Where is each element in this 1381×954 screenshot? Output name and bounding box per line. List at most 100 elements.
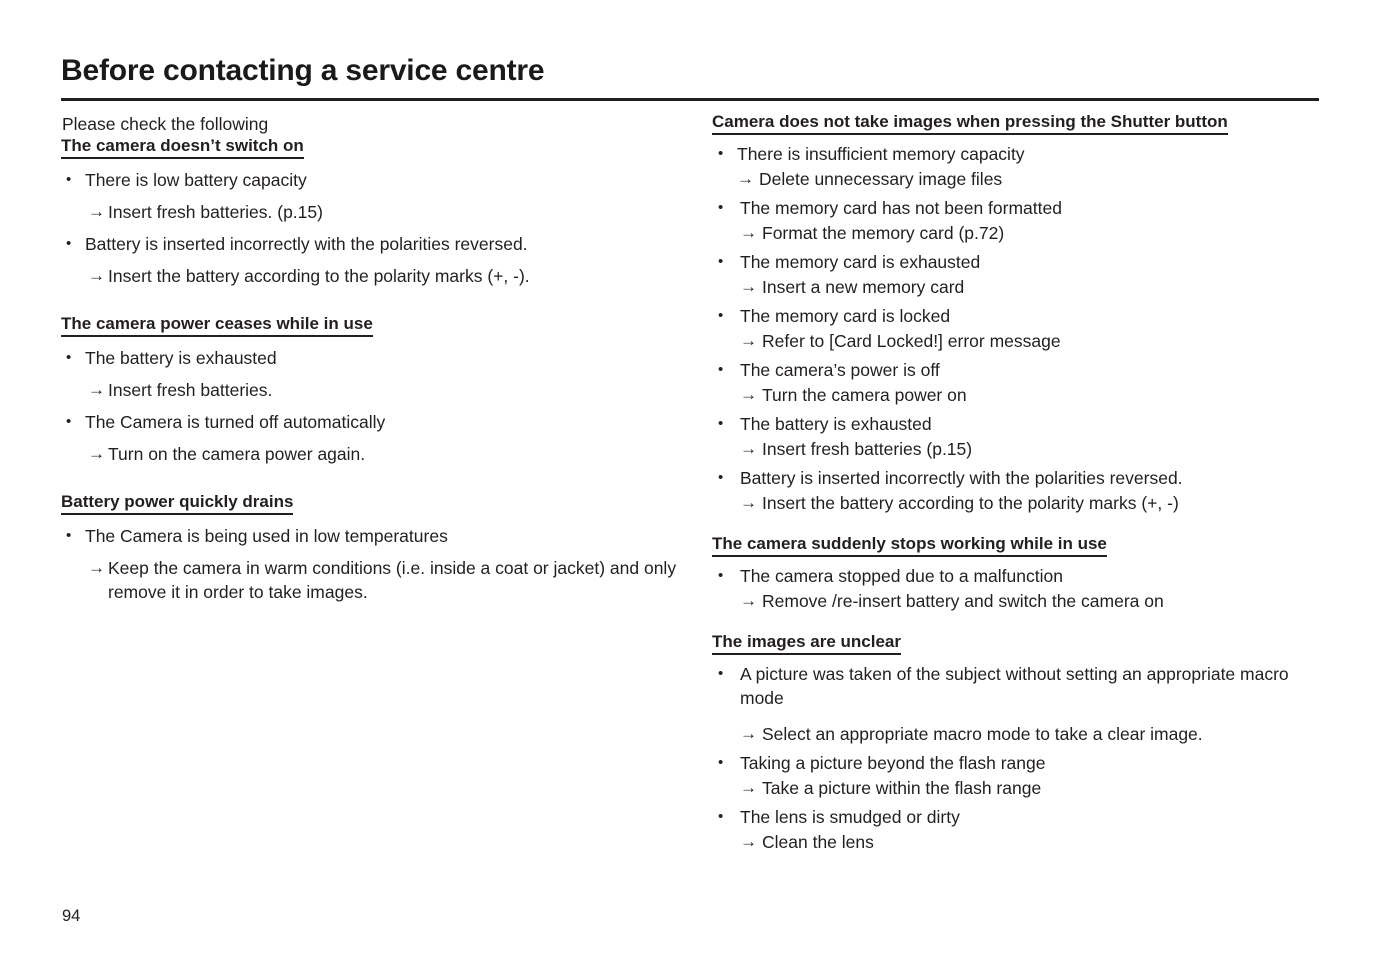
bullet-text: The memory card has not been formatted — [740, 198, 1062, 218]
right-arrow-icon: → — [740, 439, 757, 458]
solution-line: → Insert fresh batteries (p.15) — [712, 437, 1332, 461]
list-item: • The lens is smudged or dirty → Clean the … — [712, 805, 1332, 854]
bullet-dot-icon: • — [66, 527, 72, 544]
solution-line: → Turn the camera power on — [712, 383, 1332, 407]
right-arrow-icon: → — [740, 778, 757, 797]
list-item: • The battery is exhausted → Insert fresh b… — [712, 412, 1332, 461]
list-item: • The Camera is being used in low tempera… — [61, 524, 681, 604]
bullet-list: • The battery is exhausted → Insert fresh b… — [61, 346, 681, 466]
list-item: • The memory card is exhausted → Insert a n… — [712, 250, 1332, 299]
section-heading: The images are unclear — [712, 632, 901, 655]
bullet-line: • The memory card has not been formatted — [712, 196, 1332, 220]
solution-line: → Take a picture within the flash range — [712, 776, 1332, 800]
page-title: Before contacting a service centre — [61, 54, 545, 87]
solution-text: Take a picture within the flash range — [762, 778, 1042, 798]
bullet-list: • There is low battery capacity → Insert fr… — [61, 168, 681, 288]
bullet-dot-icon: • — [66, 235, 72, 252]
bullet-dot-icon: • — [718, 145, 724, 162]
section-heading: The camera suddenly stops working while … — [712, 534, 1107, 557]
bullet-text: The camera’s power is off — [740, 360, 940, 380]
solution-line: → Insert fresh batteries. (p.15) — [61, 200, 681, 224]
bullet-line: • The memory card is locked — [712, 304, 1332, 328]
solution-text: Insert fresh batteries. — [108, 380, 273, 400]
list-item: • Taking a picture beyond the flash range… — [712, 751, 1332, 800]
bullet-text: Battery is inserted incorrectly with the… — [740, 468, 1183, 488]
right-arrow-icon: → — [740, 277, 757, 296]
solution-text: Clean the lens — [762, 832, 874, 852]
troubleshooting-section: The images are unclear • A picture was tak… — [712, 632, 1332, 854]
list-item: • The memory card is locked → Refer to [Car… — [712, 304, 1332, 353]
section-heading: The camera doesn’t switch on — [61, 136, 304, 159]
list-item: • Battery is inserted incorrectly with th… — [712, 466, 1332, 515]
solution-text: Insert the battery according to the pola… — [108, 266, 530, 286]
bullet-dot-icon: • — [718, 469, 724, 486]
right-arrow-icon: → — [88, 380, 105, 399]
bullet-list: • A picture was taken of the subject with… — [712, 662, 1332, 854]
bullet-list: • The Camera is being used in low tempera… — [61, 524, 681, 604]
bullet-dot-icon: • — [718, 754, 724, 771]
bullet-dot-icon: • — [718, 567, 724, 584]
right-arrow-icon: → — [740, 331, 757, 350]
solution-line: → Insert the battery according to the pol… — [61, 264, 681, 288]
bullet-list: • There is insufficient memory capacity → D… — [712, 142, 1332, 515]
right-arrow-icon: → — [88, 558, 105, 577]
bullet-text: The lens is smudged or dirty — [740, 807, 960, 827]
list-item: • The camera stopped due to a malfunction… — [712, 564, 1332, 613]
right-arrow-icon: → — [740, 385, 757, 404]
solution-line: → Insert the battery according to the pol… — [712, 491, 1332, 515]
solution-line: → Turn on the camera power again. — [61, 442, 681, 466]
bullet-line: • The battery is exhausted — [61, 346, 681, 370]
bullet-line: • Battery is inserted incorrectly with th… — [712, 466, 1332, 490]
solution-text: Insert fresh batteries. (p.15) — [108, 202, 323, 222]
bullet-text: There is insufficient memory capacity — [737, 144, 1025, 164]
bullet-dot-icon: • — [66, 413, 72, 430]
troubleshooting-section: The camera doesn’t switch on • There is lo… — [61, 136, 681, 288]
solution-line: → Refer to [Card Locked!] error message — [712, 329, 1332, 353]
bullet-text: Battery is inserted incorrectly with the… — [85, 234, 528, 254]
list-item: • The Camera is turned off automatically →… — [61, 410, 681, 466]
right-column: Camera does not take images when pressin… — [712, 112, 1332, 873]
solution-text: Insert fresh batteries (p.15) — [762, 439, 973, 459]
bullet-line: • The camera stopped due to a malfunction — [712, 564, 1332, 588]
list-item: • Battery is inserted incorrectly with th… — [61, 232, 681, 288]
bullet-line: • There is insufficient memory capacity — [712, 142, 1332, 166]
bullet-dot-icon: • — [718, 199, 724, 216]
right-column-sections: Camera does not take images when pressin… — [712, 112, 1332, 854]
list-item: • The memory card has not been formatted →… — [712, 196, 1332, 245]
solution-text: Turn on the camera power again. — [108, 444, 366, 464]
bullet-dot-icon: • — [718, 665, 724, 682]
list-item: • A picture was taken of the subject with… — [712, 662, 1332, 746]
right-arrow-icon: → — [740, 832, 757, 851]
solution-text: Delete unnecessary image files — [759, 169, 1003, 189]
bullet-line: • Battery is inserted incorrectly with th… — [61, 232, 681, 256]
solution-line: → Select an appropriate macro mode to tak… — [712, 722, 1332, 746]
bullet-line: • The Camera is turned off automatically — [61, 410, 681, 434]
solution-text: Refer to [Card Locked!] error message — [762, 331, 1061, 351]
troubleshooting-section: Camera does not take images when pressin… — [712, 112, 1332, 515]
right-arrow-icon: → — [737, 169, 754, 188]
bullet-text: A picture was taken of the subject witho… — [740, 664, 1289, 708]
list-item: • There is insufficient memory capacity → D… — [712, 142, 1332, 191]
solution-text: Insert a new memory card — [762, 277, 965, 297]
bullet-dot-icon: • — [718, 808, 724, 825]
list-item: • The camera’s power is off → Turn the came… — [712, 358, 1332, 407]
left-column: Please check the following The camera do… — [61, 112, 681, 630]
right-arrow-icon: → — [740, 223, 757, 242]
solution-line: → Format the memory card (p.72) — [712, 221, 1332, 245]
solution-text: Insert the battery according to the pola… — [762, 493, 1179, 513]
list-item: • The battery is exhausted → Insert fresh b… — [61, 346, 681, 402]
right-arrow-icon: → — [88, 444, 105, 463]
left-column-sections: The camera doesn’t switch on • There is lo… — [61, 136, 681, 604]
bullet-dot-icon: • — [718, 253, 724, 270]
bullet-dot-icon: • — [718, 361, 724, 378]
bullet-dot-icon: • — [66, 349, 72, 366]
solution-text: Turn the camera power on — [762, 385, 967, 405]
right-arrow-icon: → — [740, 493, 757, 512]
right-arrow-icon: → — [740, 591, 757, 610]
bullet-line: • The lens is smudged or dirty — [712, 805, 1332, 829]
page-number: 94 — [62, 907, 81, 925]
right-arrow-icon: → — [88, 202, 105, 221]
solution-line: → Delete unnecessary image files — [712, 167, 1332, 191]
solution-line: → Keep the camera in warm conditions (i.e… — [61, 556, 681, 604]
intro-text: Please check the following — [62, 114, 269, 134]
